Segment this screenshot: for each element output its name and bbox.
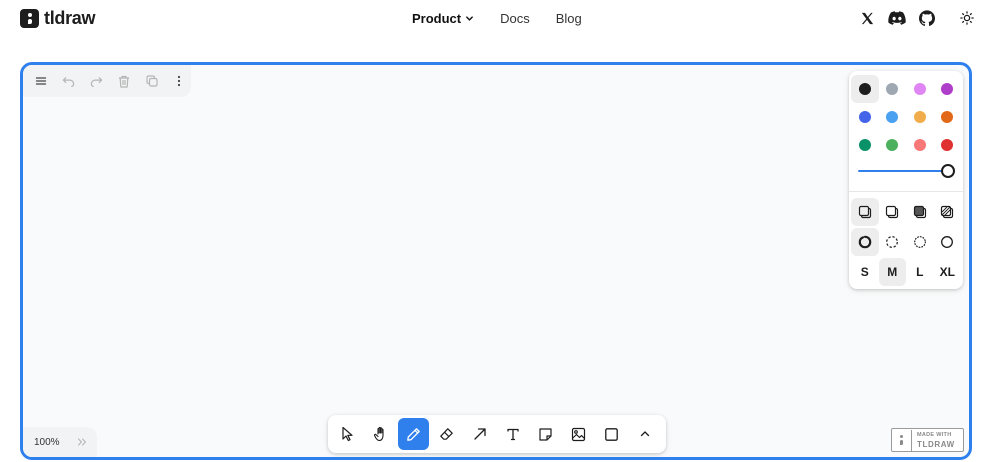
color-dot — [858, 139, 871, 151]
size-label: XL — [939, 265, 955, 279]
eraser-icon[interactable] — [431, 418, 462, 450]
color-swatch-red[interactable] — [934, 131, 962, 159]
fill-semi-icon[interactable] — [879, 198, 907, 226]
nav-docs[interactable]: Docs — [500, 11, 530, 26]
editor-canvas[interactable]: S M L XL 100% MADE WITH TLDRAW — [20, 62, 972, 460]
color-dot — [886, 83, 899, 95]
nav-product-label: Product — [412, 11, 462, 26]
select-icon[interactable] — [332, 418, 363, 450]
tldraw-watermark-icon — [892, 429, 912, 451]
hand-icon[interactable] — [365, 418, 396, 450]
arrow-icon[interactable] — [464, 418, 495, 450]
color-swatch-grey[interactable] — [879, 75, 907, 103]
dash-dashed-icon[interactable] — [879, 228, 907, 256]
size-option-m[interactable]: M — [878, 258, 906, 286]
color-swatch-black[interactable] — [851, 75, 879, 103]
color-swatch-light-red[interactable] — [906, 131, 934, 159]
size-label: M — [887, 265, 898, 279]
fill-picker — [851, 198, 961, 226]
color-dot — [941, 139, 954, 151]
more-tools-icon[interactable] — [629, 418, 660, 450]
main-toolbar — [328, 415, 666, 453]
color-swatch-light-green[interactable] — [879, 131, 907, 159]
color-swatch-light-violet[interactable] — [906, 75, 934, 103]
fill-none-icon[interactable] — [851, 198, 879, 226]
watermark-line1: MADE WITH — [917, 432, 952, 438]
site-header: tldraw Product Docs Blog — [0, 0, 1000, 40]
made-with-tldraw-watermark[interactable]: MADE WITH TLDRAW — [891, 428, 964, 452]
chevron-down-icon — [466, 16, 474, 21]
main-nav: Product Docs Blog — [412, 11, 582, 26]
note-icon[interactable] — [530, 418, 561, 450]
duplicate-icon[interactable] — [140, 69, 164, 93]
opacity-slider-thumb[interactable] — [941, 164, 955, 178]
redo-icon[interactable] — [84, 69, 108, 93]
size-option-s[interactable]: S — [851, 258, 879, 286]
color-dot — [858, 83, 871, 95]
size-option-xl[interactable]: XL — [934, 258, 962, 286]
size-label: S — [860, 265, 869, 279]
color-swatch-violet[interactable] — [934, 75, 962, 103]
fill-solid-icon[interactable] — [906, 198, 934, 226]
draw-icon[interactable] — [398, 418, 430, 450]
size-option-l[interactable]: L — [906, 258, 934, 286]
color-dot — [913, 139, 926, 151]
dash-picker — [851, 228, 961, 256]
color-swatch-light-blue[interactable] — [879, 103, 907, 131]
color-dot — [913, 83, 926, 95]
size-label: L — [916, 265, 924, 279]
color-dot — [913, 111, 926, 123]
menu-icon[interactable] — [29, 69, 53, 93]
expand-minimap-icon[interactable] — [74, 434, 90, 450]
style-panel: S M L XL — [849, 71, 963, 289]
tldraw-logo-icon — [20, 8, 39, 28]
color-dot — [858, 111, 871, 123]
nav-product[interactable]: Product — [412, 11, 474, 26]
size-picker: S M L XL — [851, 258, 961, 286]
style-divider — [849, 191, 963, 192]
discord-icon[interactable] — [888, 9, 906, 27]
color-picker — [851, 75, 961, 159]
opacity-slider[interactable] — [858, 164, 955, 178]
x-icon[interactable] — [858, 9, 876, 27]
navigation-panel: 100% — [23, 427, 97, 457]
color-dot — [886, 139, 899, 151]
color-swatch-green[interactable] — [851, 131, 879, 159]
color-swatch-orange[interactable] — [934, 103, 962, 131]
watermark-line2: TLDRAW — [917, 440, 955, 449]
github-icon[interactable] — [918, 9, 936, 27]
color-swatch-yellow[interactable] — [906, 103, 934, 131]
trash-icon[interactable] — [112, 69, 136, 93]
undo-icon[interactable] — [57, 69, 81, 93]
tldraw-logo[interactable]: tldraw — [20, 7, 96, 28]
text-icon[interactable] — [497, 418, 528, 450]
opacity-slider-track — [858, 170, 944, 172]
image-icon[interactable] — [563, 418, 594, 450]
color-dot — [941, 83, 954, 95]
color-swatch-blue[interactable] — [851, 103, 879, 131]
sun-icon[interactable] — [958, 9, 976, 27]
fill-pattern-icon[interactable] — [934, 198, 962, 226]
dash-draw-icon[interactable] — [851, 228, 879, 256]
color-dot — [886, 111, 899, 123]
dash-solid-icon[interactable] — [934, 228, 962, 256]
zoom-level[interactable]: 100% — [34, 437, 60, 448]
nav-blog[interactable]: Blog — [556, 11, 582, 26]
menu-panel — [23, 65, 191, 97]
logo-text: tldraw — [44, 7, 96, 28]
dash-dotted-icon[interactable] — [906, 228, 934, 256]
rectangle-icon[interactable] — [596, 418, 627, 450]
social-links — [858, 9, 976, 27]
more-icon[interactable] — [167, 69, 191, 93]
color-dot — [941, 111, 954, 123]
